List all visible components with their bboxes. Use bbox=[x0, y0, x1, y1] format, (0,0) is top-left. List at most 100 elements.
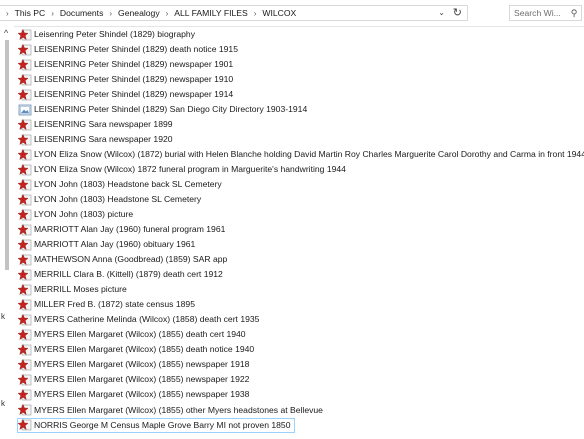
file-item[interactable]: MERRILL Clara B. (Kittell) (1879) death … bbox=[18, 267, 223, 282]
file-item[interactable]: MYERS Catherine Melinda (Wilcox) (1858) … bbox=[18, 312, 259, 327]
file-name: LYON Eliza Snow (Wilcox) (1872) burial w… bbox=[34, 149, 584, 160]
file-name: MARRIOTT Alan Jay (1960) obituary 1961 bbox=[34, 239, 196, 250]
scrollbar-thumb[interactable] bbox=[5, 40, 9, 270]
file-name: LEISENRING Peter Shindel (1829) San Dieg… bbox=[34, 104, 308, 115]
file-name: NORRIS George M Census Maple Grove Barry… bbox=[34, 419, 291, 430]
starred-document-icon bbox=[18, 314, 32, 326]
starred-document-icon bbox=[18, 59, 32, 71]
breadcrumb-this-pc[interactable]: This PC bbox=[15, 8, 46, 18]
file-item[interactable]: LYON John (1803) Headstone SL Cemetery bbox=[18, 192, 201, 207]
file-item[interactable]: LYON Eliza Snow (Wilcox) (1872) burial w… bbox=[18, 147, 584, 162]
starred-document-icon bbox=[18, 284, 32, 296]
starred-document-icon bbox=[18, 344, 32, 356]
breadcrumb[interactable]: › This PC › Documents › Genealogy › ALL … bbox=[0, 5, 468, 21]
file-name: LEISENRING Peter Shindel (1829) newspape… bbox=[34, 74, 234, 85]
starred-document-icon bbox=[18, 254, 32, 266]
chevron-right-icon: › bbox=[51, 8, 54, 18]
file-name: MYERS Ellen Margaret (Wilcox) (1855) dea… bbox=[34, 344, 255, 355]
starred-document-icon bbox=[18, 419, 32, 431]
file-item[interactable]: MYERS Ellen Margaret (Wilcox) (1855) oth… bbox=[18, 403, 323, 418]
starred-document-icon bbox=[18, 359, 32, 371]
starred-document-icon bbox=[18, 119, 32, 131]
file-name: MYERS Ellen Margaret (Wilcox) (1855) new… bbox=[34, 374, 250, 385]
file-item[interactable]: MYERS Ellen Margaret (Wilcox) (1855) new… bbox=[18, 372, 249, 387]
refresh-icon[interactable]: ↻ bbox=[453, 6, 462, 19]
file-item[interactable]: LEISENRING Sara newspaper 1899 bbox=[18, 117, 173, 132]
starred-document-icon bbox=[18, 44, 32, 56]
starred-document-icon bbox=[18, 209, 32, 221]
file-item[interactable]: LEISENRING Peter Shindel (1829) newspape… bbox=[18, 72, 233, 87]
breadcrumb-wilcox[interactable]: WILCOX bbox=[262, 8, 296, 18]
starred-document-icon bbox=[18, 74, 32, 86]
file-item[interactable]: MARRIOTT Alan Jay (1960) funeral program… bbox=[18, 222, 225, 237]
file-name: LEISENRING Peter Shindel (1829) newspape… bbox=[34, 89, 234, 100]
file-item[interactable]: MARRIOTT Alan Jay (1960) obituary 1961 bbox=[18, 237, 195, 252]
starred-document-icon bbox=[18, 269, 32, 281]
search-icon: ⚲ bbox=[570, 7, 578, 18]
starred-document-icon bbox=[18, 389, 32, 401]
navigation-pane[interactable]: ^ k k bbox=[0, 26, 14, 439]
file-item[interactable]: MYERS Ellen Margaret (Wilcox) (1855) dea… bbox=[18, 327, 246, 342]
file-name: LYON John (1803) picture bbox=[34, 209, 134, 220]
file-item[interactable]: NORRIS George M Census Maple Grove Barry… bbox=[17, 417, 295, 433]
file-name: MYERS Ellen Margaret (Wilcox) (1855) dea… bbox=[34, 329, 246, 340]
starred-document-icon bbox=[18, 149, 32, 161]
file-item[interactable]: MATHEWSON Anna (Goodbread) (1859) SAR ap… bbox=[18, 252, 227, 267]
file-name: MATHEWSON Anna (Goodbread) (1859) SAR ap… bbox=[34, 254, 228, 265]
file-item[interactable]: LYON John (1803) Headstone back SL Cemet… bbox=[18, 177, 222, 192]
file-name: LEISENRING Peter Shindel (1829) newspape… bbox=[34, 59, 234, 70]
chevron-right-icon: › bbox=[253, 8, 257, 18]
starred-document-icon bbox=[18, 179, 32, 191]
chevron-right-icon: › bbox=[165, 8, 169, 18]
file-item[interactable]: LYON Eliza Snow (Wilcox) 1872 funeral pr… bbox=[18, 162, 346, 177]
file-name: LYON Eliza Snow (Wilcox) 1872 funeral pr… bbox=[34, 164, 346, 175]
starred-document-icon bbox=[18, 164, 32, 176]
file-name: Leisenring Peter Shindel (1829) biograph… bbox=[34, 29, 195, 39]
file-item[interactable]: LEISENRING Peter Shindel (1829) death no… bbox=[18, 42, 238, 57]
file-name: MYERS Ellen Margaret (Wilcox) (1855) oth… bbox=[34, 404, 323, 415]
starred-document-icon bbox=[18, 194, 32, 206]
breadcrumb-genealogy[interactable]: Genealogy bbox=[118, 8, 160, 18]
chevron-right-icon: › bbox=[6, 8, 9, 18]
nav-pane-fragment[interactable]: k bbox=[1, 399, 5, 408]
file-item[interactable]: LEISENRING Peter Shindel (1829) newspape… bbox=[18, 57, 233, 72]
file-name: LYON John (1803) Headstone SL Cemetery bbox=[34, 194, 202, 205]
file-name: MYERS Catherine Melinda (Wilcox) (1858) … bbox=[34, 314, 260, 325]
file-item[interactable]: MYERS Ellen Margaret (Wilcox) (1855) new… bbox=[18, 357, 249, 372]
file-name: MYERS Ellen Margaret (Wilcox) (1855) new… bbox=[34, 359, 250, 370]
file-item[interactable]: MERRILL Moses picture bbox=[18, 282, 127, 297]
file-name: MILLER Fred B. (1872) state census 1895 bbox=[34, 299, 195, 310]
file-item[interactable]: MYERS Ellen Margaret (Wilcox) (1855) dea… bbox=[18, 342, 254, 357]
search-input[interactable]: Search Wi... bbox=[514, 8, 567, 18]
starred-document-icon bbox=[18, 329, 32, 341]
file-item[interactable]: MILLER Fred B. (1872) state census 1895 bbox=[18, 297, 195, 312]
starred-document-icon bbox=[18, 239, 32, 251]
starred-document-icon bbox=[18, 404, 32, 416]
file-name: MARRIOTT Alan Jay (1960) funeral program… bbox=[34, 224, 226, 235]
starred-document-icon bbox=[18, 134, 32, 146]
breadcrumb-documents[interactable]: Documents bbox=[60, 8, 103, 18]
scroll-up-icon[interactable]: ^ bbox=[4, 28, 8, 38]
search-box[interactable]: Search Wi... ⚲ bbox=[509, 5, 582, 21]
file-name: MERRILL Moses picture bbox=[34, 284, 127, 295]
file-item[interactable]: LEISENRING Sara newspaper 1920 bbox=[18, 132, 173, 147]
chevron-down-icon[interactable]: ⌄ bbox=[438, 8, 445, 17]
file-name: LYON John (1803) Headstone back SL Cemet… bbox=[34, 179, 222, 190]
file-item[interactable]: LEISENRING Peter Shindel (1829) newspape… bbox=[18, 87, 233, 102]
starred-document-icon bbox=[18, 89, 32, 101]
chevron-right-icon: › bbox=[109, 8, 113, 18]
breadcrumb-all-family-files[interactable]: ALL FAMILY FILES bbox=[174, 8, 247, 18]
nav-pane-fragment[interactable]: k bbox=[1, 312, 5, 321]
starred-document-icon bbox=[18, 299, 32, 311]
file-item[interactable]: MYERS Ellen Margaret (Wilcox) (1855) new… bbox=[18, 387, 249, 402]
address-bar: › This PC › Documents › Genealogy › ALL … bbox=[0, 0, 584, 27]
file-name: LEISENRING Peter Shindel (1829) death no… bbox=[34, 44, 238, 55]
file-item[interactable]: Leisenring Peter Shindel (1829) biograph… bbox=[18, 27, 195, 42]
file-name: LEISENRING Sara newspaper 1920 bbox=[34, 134, 173, 145]
starred-document-icon bbox=[18, 29, 32, 41]
file-item[interactable]: LEISENRING Peter Shindel (1829) San Dieg… bbox=[18, 102, 307, 117]
starred-document-icon bbox=[18, 374, 32, 386]
file-name: LEISENRING Sara newspaper 1899 bbox=[34, 119, 173, 130]
file-item[interactable]: LYON John (1803) picture bbox=[18, 207, 133, 222]
starred-document-icon bbox=[18, 224, 32, 236]
